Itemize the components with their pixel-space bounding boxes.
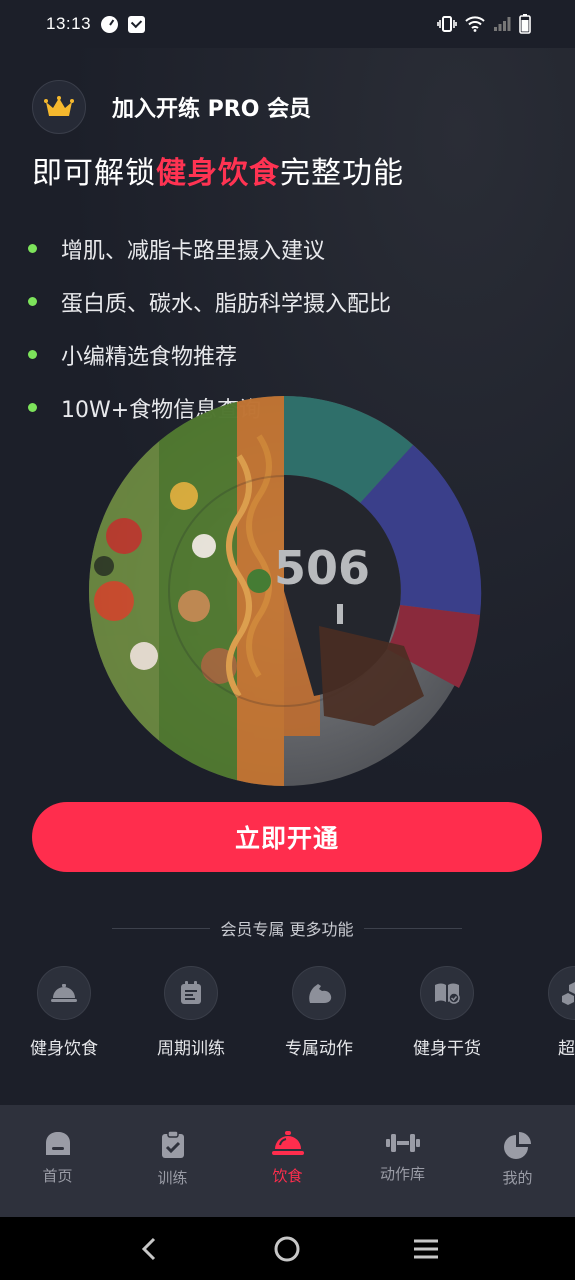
food-cloche-icon xyxy=(51,984,77,1002)
recents-button[interactable] xyxy=(396,1219,456,1279)
tab-training[interactable]: 训练 xyxy=(115,1105,230,1217)
home-circle-icon xyxy=(274,1236,300,1261)
member-feature-more[interactable]: 超级 xyxy=(517,966,575,1059)
promo-title: 加入开练 PRO 会员 xyxy=(112,97,312,122)
pie-chart-icon xyxy=(503,1132,531,1159)
cloche-icon xyxy=(271,1131,304,1155)
bottom-tab-bar: 首页 训练 饮食 动作库 我的 xyxy=(0,1105,575,1217)
dumbbell-icon xyxy=(385,1134,420,1152)
tab-label: 动作库 xyxy=(379,1165,425,1183)
feature-item: 增肌、减脂卡路里摄入建议 xyxy=(28,222,391,275)
book-check-icon xyxy=(435,983,460,1004)
member-features-row[interactable]: 健身饮食 周期训练 专属动作 健身干货 超级 xyxy=(0,966,575,1066)
tab-label: 首页 xyxy=(42,1167,73,1185)
signal-icon xyxy=(494,17,511,31)
tab-label: 饮食 xyxy=(272,1167,303,1185)
feature-icon-wrap xyxy=(164,966,218,1020)
cubes-icon xyxy=(562,982,575,1005)
menu-icon xyxy=(413,1239,438,1258)
feature-icon-wrap xyxy=(292,966,346,1020)
headline-prefix: 即可解锁 xyxy=(32,156,156,191)
tab-profile[interactable]: 我的 xyxy=(460,1105,575,1217)
food-nutrition-illustration: 506 xyxy=(89,396,482,786)
feature-text: 蛋白质、碳水、脂肪科学摄入配比 xyxy=(61,291,392,317)
bullet-dot xyxy=(28,297,37,306)
promo-headline: 即可解锁健身饮食完整功能 xyxy=(32,148,404,192)
bullet-dot xyxy=(28,350,37,359)
tab-exercise-library[interactable]: 动作库 xyxy=(345,1105,460,1217)
home-button[interactable] xyxy=(257,1219,317,1279)
home-icon xyxy=(45,1132,70,1155)
vibrate-icon xyxy=(437,16,457,32)
feature-icon-wrap xyxy=(420,966,474,1020)
divider-line xyxy=(112,927,211,929)
feature-text: 小编精选食物推荐 xyxy=(61,344,238,370)
battery-icon xyxy=(519,14,531,34)
feature-item: 小编精选食物推荐 xyxy=(28,328,391,381)
tab-label: 训练 xyxy=(157,1169,188,1187)
back-icon xyxy=(142,1237,156,1260)
crown-icon xyxy=(44,96,74,116)
member-section-title: 会员专属 更多功能 xyxy=(220,920,354,939)
feature-text: 增肌、减脂卡路里摄入建议 xyxy=(61,238,326,264)
bullet-dot xyxy=(28,244,37,253)
feature-icon-wrap xyxy=(548,966,575,1020)
crown-badge xyxy=(32,80,86,134)
subscribe-button[interactable]: 立即开通 xyxy=(32,802,542,872)
feature-label: 专属动作 xyxy=(285,1039,353,1059)
headline-accent: 健身饮食 xyxy=(156,156,280,191)
headline-suffix: 完整功能 xyxy=(280,156,404,191)
member-feature-exercises[interactable]: 专属动作 xyxy=(261,966,377,1059)
feature-label: 健身干货 xyxy=(413,1039,481,1059)
calendar-plan-icon xyxy=(181,981,201,1004)
feature-label: 健身饮食 xyxy=(30,1039,98,1059)
tab-diet[interactable]: 饮食 xyxy=(230,1105,345,1217)
back-button[interactable] xyxy=(119,1219,179,1279)
notification-icon xyxy=(128,15,146,33)
status-bar: 13:13 xyxy=(0,0,575,48)
promo-header: 加入开练 PRO 会员 xyxy=(32,80,311,134)
calorie-number: 506 xyxy=(274,541,370,595)
flexed-arm-icon xyxy=(309,984,332,1003)
member-feature-knowledge[interactable]: 健身干货 xyxy=(389,966,505,1059)
system-nav-bar xyxy=(0,1217,575,1280)
speedometer-icon xyxy=(101,15,119,33)
member-feature-diet[interactable]: 健身饮食 xyxy=(6,966,122,1059)
wifi-icon xyxy=(465,16,485,32)
feature-item: 蛋白质、碳水、脂肪科学摄入配比 xyxy=(28,275,391,328)
bullet-dot xyxy=(28,403,37,412)
member-feature-training[interactable]: 周期训练 xyxy=(133,966,249,1059)
clipboard-icon xyxy=(161,1131,184,1158)
feature-label: 周期训练 xyxy=(157,1039,225,1059)
feature-label: 超级 xyxy=(558,1039,575,1059)
member-divider: 会员专属 更多功能 xyxy=(112,916,462,940)
tab-label: 我的 xyxy=(502,1169,533,1187)
feature-icon-wrap xyxy=(37,966,91,1020)
divider-line xyxy=(363,927,462,929)
status-time: 13:13 xyxy=(46,14,92,33)
tab-home[interactable]: 首页 xyxy=(0,1105,115,1217)
